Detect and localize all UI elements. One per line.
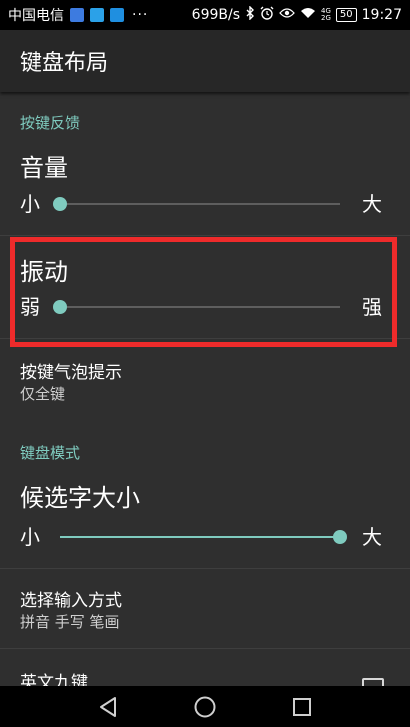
more-notifications-icon: ··· — [132, 7, 149, 23]
app-bar: 键盘布局 — [0, 30, 410, 92]
notification-icon-2 — [90, 8, 104, 22]
candidate-size-slider-fill — [60, 536, 340, 538]
volume-slider-row[interactable]: 小 大 — [20, 189, 382, 219]
navigation-bar — [0, 686, 410, 727]
candidate-size-max-label: 大 — [362, 525, 382, 549]
section-header-feedback: 按键反馈 — [20, 114, 81, 132]
back-icon[interactable] — [88, 692, 128, 722]
key-bubble-title: 按键气泡提示 — [20, 363, 122, 383]
section-header-keyboard-mode: 键盘模式 — [20, 444, 81, 462]
candidate-size-min-label: 小 — [20, 525, 40, 549]
volume-slider[interactable] — [53, 197, 340, 211]
bluetooth-icon — [245, 5, 255, 24]
network-type-indicator: 4G 2G — [321, 7, 331, 22]
status-bar: 中国电信 ··· 699B/s 4G 2G 50 19:27 — [0, 0, 410, 30]
candidate-size-title: 候选字大小 — [20, 484, 140, 512]
input-method-title: 选择输入方式 — [20, 591, 122, 611]
eye-icon — [279, 7, 295, 23]
vibration-min-label: 弱 — [20, 295, 40, 319]
vibration-title: 振动 — [20, 258, 68, 286]
volume-min-label: 小 — [20, 192, 40, 216]
candidate-size-slider-row[interactable]: 小 大 — [20, 522, 382, 552]
divider — [0, 235, 410, 236]
english-nine-key-title: 英文九键 — [20, 673, 88, 686]
carrier-label: 中国电信 — [8, 8, 64, 24]
battery-icon: 50 — [335, 8, 357, 22]
home-icon[interactable] — [185, 692, 225, 722]
notification-icon-3 — [110, 8, 124, 22]
divider — [0, 568, 410, 569]
volume-slider-thumb[interactable] — [53, 197, 67, 211]
candidate-size-slider[interactable] — [60, 530, 347, 544]
candidate-size-slider-thumb[interactable] — [333, 530, 347, 544]
status-left: 中国电信 ··· — [8, 5, 148, 25]
vibration-max-label: 强 — [362, 295, 382, 319]
volume-max-label: 大 — [362, 192, 382, 216]
divider — [0, 338, 410, 339]
notification-icon-1 — [70, 8, 84, 22]
english-nine-key-checkbox[interactable] — [362, 678, 384, 686]
key-bubble-summary: 仅全键 — [20, 385, 66, 403]
alarm-icon — [260, 6, 274, 24]
vibration-slider-row[interactable]: 弱 强 — [20, 292, 382, 322]
page-title: 键盘布局 — [20, 51, 109, 76]
settings-list[interactable]: 按键反馈 音量 小 大 振动 弱 强 按键气泡提示 仅全键 键盘模式 候选字大小… — [0, 92, 410, 686]
net-speed: 699B/s — [191, 7, 241, 23]
input-method-summary: 拼音 手写 笔画 — [20, 613, 120, 631]
wifi-icon — [300, 7, 316, 23]
volume-title: 音量 — [20, 154, 68, 182]
recents-icon[interactable] — [282, 692, 322, 722]
status-right: 699B/s 4G 2G 50 19:27 — [191, 5, 402, 24]
vibration-slider[interactable] — [53, 300, 340, 314]
vibration-slider-thumb[interactable] — [53, 300, 67, 314]
divider — [0, 648, 410, 649]
clock: 19:27 — [361, 7, 402, 23]
